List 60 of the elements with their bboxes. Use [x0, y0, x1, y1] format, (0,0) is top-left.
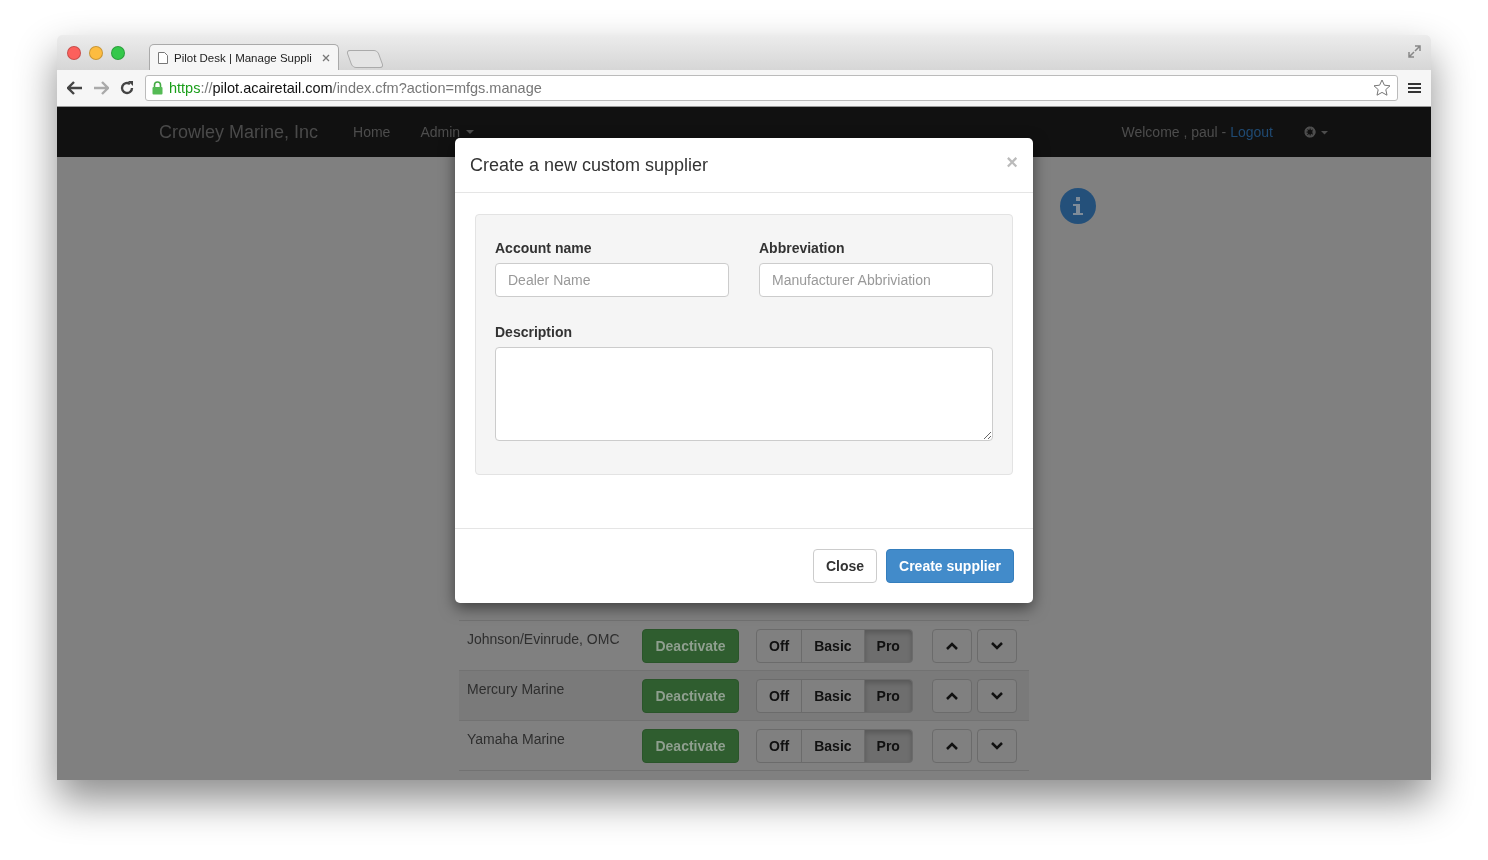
level-toggle[interactable]: Off [756, 629, 803, 663]
star-icon[interactable] [1373, 79, 1391, 97]
menu-icon[interactable] [1408, 82, 1421, 94]
move-up-button[interactable] [931, 629, 972, 663]
reload-icon[interactable] [119, 80, 135, 96]
deactivate-button[interactable]: Deactivate [642, 629, 739, 663]
close-window-icon[interactable] [67, 45, 81, 60]
chevron-down-icon [990, 692, 1003, 700]
level-toggle[interactable]: Basic [801, 729, 865, 763]
create-button[interactable]: Create supplier [886, 549, 1014, 583]
level-toggle[interactable]: Pro [863, 679, 913, 713]
move-up-button[interactable] [931, 729, 972, 763]
field-label: Account name [495, 240, 593, 256]
address-bar[interactable]: https://pilot.acairetail.com/index.cfm?action=mfgs.manage [145, 75, 1398, 101]
deactivate-button[interactable]: Deactivate [642, 729, 739, 763]
welcome-text: Welcome , paul - Logout [1121, 124, 1273, 140]
supplier-name: Johnson/Evinrude, OMC [467, 630, 621, 647]
modal-title: Create a new custom supplier [470, 154, 709, 176]
move-up-button[interactable] [931, 679, 972, 713]
level-toggle[interactable]: Pro [863, 629, 913, 663]
supplier-name: Mercury Marine [467, 680, 566, 697]
fullscreen-icon[interactable] [1408, 45, 1421, 58]
close-dialog-button[interactable]: Close [812, 549, 878, 583]
level-toggle[interactable]: Off [756, 729, 803, 763]
nav-link[interactable]: Admin [420, 124, 475, 140]
info-icon[interactable] [1060, 188, 1096, 224]
move-down-button[interactable] [976, 629, 1017, 663]
chevron-down-icon [990, 742, 1003, 750]
browser-tab[interactable]: Pilot Desk | Manage Suppli [149, 44, 339, 70]
field-label: Abbreviation [759, 240, 846, 256]
new-tab-button[interactable] [345, 50, 385, 68]
input-field[interactable]: Dealer Name [495, 263, 729, 297]
minimize-window-icon[interactable] [89, 45, 103, 60]
chevron-up-icon [945, 742, 958, 750]
level-toggle[interactable]: Basic [801, 629, 865, 663]
nav-link[interactable]: Home [353, 124, 391, 140]
move-down-button[interactable] [976, 679, 1017, 713]
lock-icon [152, 81, 163, 95]
brand-name[interactable]: Crowley Marine, Inc [159, 121, 319, 143]
description-field[interactable] [495, 347, 993, 441]
supplier-name: Yamaha Marine [467, 730, 566, 747]
deactivate-button[interactable]: Deactivate [642, 679, 739, 713]
logout-link[interactable]: Logout [1230, 124, 1273, 140]
close-button[interactable]: × [1006, 150, 1018, 174]
forward-icon[interactable] [93, 81, 109, 95]
caret-icon [466, 130, 475, 134]
page-icon [158, 51, 168, 64]
move-down-button[interactable] [976, 729, 1017, 763]
zoom-window-icon[interactable] [111, 45, 125, 60]
close-tab-icon[interactable] [322, 53, 330, 62]
back-icon[interactable] [67, 81, 83, 95]
settings-icon[interactable] [1303, 125, 1329, 139]
level-toggle[interactable]: Basic [801, 679, 865, 713]
level-toggle[interactable]: Pro [863, 729, 913, 763]
level-toggle[interactable]: Off [756, 679, 803, 713]
chevron-up-icon [945, 642, 958, 650]
input-field[interactable]: Manufacturer Abbriviation [759, 263, 993, 297]
chevron-up-icon [945, 692, 958, 700]
chevron-down-icon [990, 642, 1003, 650]
field-label: Description [495, 324, 573, 340]
